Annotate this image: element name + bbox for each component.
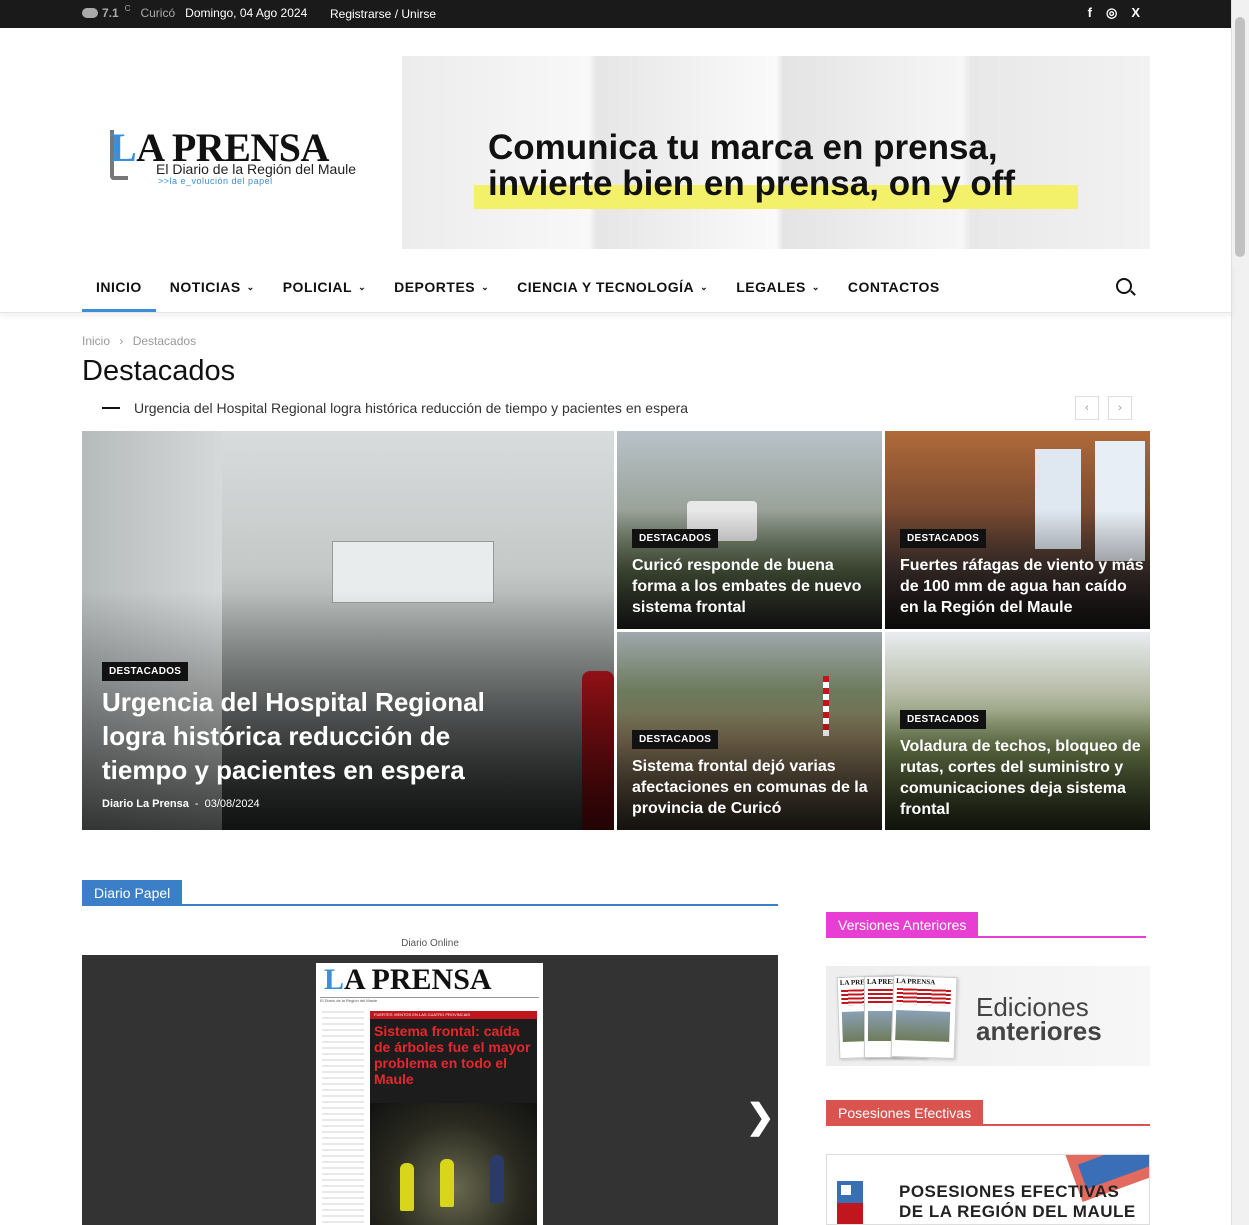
breadcrumb-current: Destacados — [132, 334, 197, 348]
featured-grid-title[interactable]: Fuertes ráfagas de viento y más de 100 m… — [900, 555, 1145, 618]
featured-main-article[interactable]: DESTACADOS Urgencia del Hospital Regiona… — [82, 431, 614, 830]
cover-sidebar — [322, 1011, 364, 1225]
chevron-down-icon: ⌄ — [246, 282, 255, 292]
diario-online-caption: Diario Online — [401, 938, 459, 949]
featured-grid-article[interactable]: DESTACADOS Sistema frontal dejó varias a… — [617, 632, 882, 830]
featured-grid-article[interactable]: DESTACADOS Curicó responde de buena form… — [617, 431, 882, 629]
category-badge[interactable]: DESTACADOS — [102, 662, 189, 681]
featured-grid-title[interactable]: Curicó responde de buena forma a los emb… — [632, 555, 872, 618]
search-icon[interactable] — [1116, 278, 1132, 294]
banner-line-1: Comunica tu marca en prensa, — [488, 128, 998, 167]
section-header-diario-papel: Diario Papel — [82, 880, 778, 906]
posesiones-efectivas-banner[interactable]: POSESIONES EFECTIVAS DE LA REGIÓN DEL MA… — [826, 1154, 1150, 1225]
breadcrumb: Inicio › Destacados — [82, 334, 197, 348]
nav-item-deportes[interactable]: DEPORTES ⌄ — [380, 262, 503, 312]
logo-subtitle: El Diario de la Región del Maule — [156, 161, 356, 177]
section-header-versiones-anteriores: Versiones Anteriores — [826, 912, 1146, 938]
featured-main-title[interactable]: Urgencia del Hospital Regional logra his… — [102, 685, 502, 787]
cover-headline: Sistema frontal: caída de árboles fue el… — [374, 1023, 531, 1087]
nav-item-legales[interactable]: LEGALES ⌄ — [722, 262, 834, 312]
posesiones-line-1: POSESIONES EFECTIVAS — [899, 1182, 1120, 1201]
ediciones-line-2: anteriores — [976, 1016, 1102, 1046]
article-meta: Diario La Prensa - 03/08/2024 — [102, 798, 260, 810]
weather-city: Curicó — [140, 6, 176, 20]
chevron-down-icon: ⌄ — [481, 282, 490, 292]
nav-item-inicio[interactable]: INICIO — [82, 262, 156, 312]
ticker-prev-button[interactable]: ‹ — [1075, 396, 1099, 420]
article-author[interactable]: Diario La Prensa — [102, 798, 189, 810]
social-links: f ◎ X — [1088, 5, 1140, 21]
top-bar: 7.1 C Curicó Domingo, 04 Ago 2024 Regist… — [0, 0, 1232, 28]
posesiones-line-2: DE LA REGIÓN DEL MAULE — [899, 1202, 1136, 1221]
chevron-down-icon: ⌄ — [811, 282, 820, 292]
category-badge[interactable]: DESTACADOS — [632, 529, 719, 548]
logo-tagline: >>la e_volución del papel — [158, 176, 273, 186]
weather-widget: 7.1 C Curicó Domingo, 04 Ago 2024 — [82, 3, 308, 20]
featured-grid-article[interactable]: DESTACADOS Fuertes ráfagas de viento y m… — [885, 431, 1150, 629]
main-navigation: INICIO NOTICIAS ⌄ POLICIAL ⌄ DEPORTES ⌄ CIE… — [0, 262, 1232, 313]
category-badge[interactable]: DESTACADOS — [900, 529, 987, 548]
ticker-dash — [102, 407, 120, 409]
nav-item-noticias[interactable]: NOTICIAS ⌄ — [156, 262, 269, 312]
featured-grid-article[interactable]: DESTACADOS Voladura de techos, bloqueo d… — [885, 632, 1150, 830]
nav-item-contactos[interactable]: CONTACTOS — [834, 262, 954, 312]
site-logo[interactable]: LA PRENSA El Diario de la Región del Mau… — [110, 128, 375, 188]
current-date: Domingo, 04 Ago 2024 — [185, 6, 308, 20]
facebook-icon[interactable]: f — [1088, 5, 1092, 21]
page-scrollbar[interactable] — [1231, 0, 1249, 1225]
ad-banner[interactable]: Comunica tu marca en prensa, invierte bi… — [402, 56, 1150, 249]
newspaper-viewer: LA PRENSA El Diario de la Región del Mau… — [82, 955, 778, 1225]
section-header-posesiones-efectivas: Posesiones Efectivas — [826, 1100, 1150, 1126]
chevron-down-icon: ⌄ — [700, 282, 709, 292]
ticker-headline[interactable]: Urgencia del Hospital Regional logra his… — [134, 400, 688, 416]
nav-item-ciencia-y-tecnologia[interactable]: CIENCIA Y TECNOLOGÍA ⌄ — [503, 262, 722, 312]
cloud-icon — [82, 8, 98, 18]
newspaper-cover[interactable]: LA PRENSA El Diario de la Región del Mau… — [316, 963, 543, 1225]
temperature-unit: C — [124, 3, 131, 13]
nav-item-policial[interactable]: POLICIAL ⌄ — [269, 262, 380, 312]
temperature: 7.1 — [102, 6, 119, 20]
featured-grid-title[interactable]: Voladura de techos, bloqueo de rutas, co… — [900, 736, 1145, 820]
ediciones-anteriores-banner[interactable]: LA PRENSA LA PRENSA LA PRENSA Ediciones … — [826, 966, 1150, 1066]
scrollbar-thumb[interactable] — [1235, 17, 1245, 257]
cover-masthead: LA PRENSA — [324, 963, 492, 996]
page-title: Destacados — [82, 355, 236, 387]
section-label[interactable]: Diario Papel — [82, 880, 183, 906]
breadcrumb-home[interactable]: Inicio — [82, 334, 110, 348]
article-date: 03/08/2024 — [204, 798, 260, 810]
banner-line-2: invierte bien en prensa, on y off — [488, 164, 1016, 203]
cover-section-bar: FUERTES VIENTOS EN LAS CUATRO PROVINCIAS — [370, 1011, 537, 1019]
chevron-down-icon: ⌄ — [358, 282, 367, 292]
instagram-icon[interactable]: ◎ — [1106, 5, 1117, 21]
section-label[interactable]: Versiones Anteriores — [826, 912, 979, 938]
government-logo-icon — [837, 1181, 863, 1224]
featured-grid-title[interactable]: Sistema frontal dejó varias afectaciones… — [632, 756, 872, 819]
news-ticker: Urgencia del Hospital Regional logra his… — [82, 396, 1150, 420]
register-link[interactable]: Registrarse / Unirse — [330, 7, 436, 21]
category-badge[interactable]: DESTACADOS — [900, 710, 987, 729]
section-label[interactable]: Posesiones Efectivas — [826, 1100, 984, 1126]
cover-photo — [370, 1103, 537, 1225]
cover-strip: El Diario de la Región del Maule — [320, 997, 539, 1010]
category-badge[interactable]: DESTACADOS — [632, 730, 719, 749]
viewer-next-arrow-icon[interactable]: ❯ — [746, 1097, 775, 1137]
cover-lead-story: FUERTES VIENTOS EN LAS CUATRO PROVINCIAS… — [370, 1011, 537, 1225]
x-twitter-icon[interactable]: X — [1131, 5, 1140, 21]
ticker-next-button[interactable]: › — [1108, 396, 1132, 420]
edition-thumbnail: LA PRENSA — [890, 974, 958, 1060]
